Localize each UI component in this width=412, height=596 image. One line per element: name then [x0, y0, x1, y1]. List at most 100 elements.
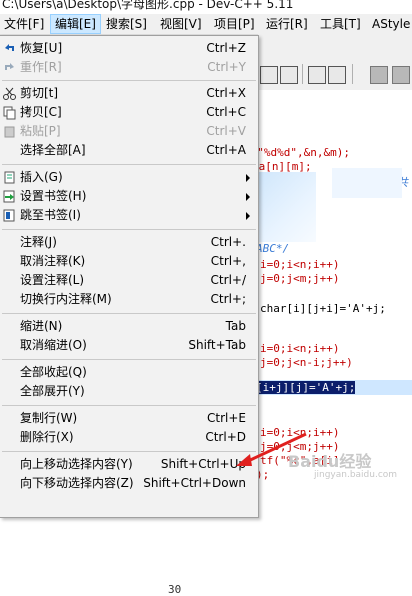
window-title: C:\Users\a\Desktop\字母图形.cpp - Dev-C++ 5.…: [2, 0, 294, 11]
menu-item-expand-all[interactable]: 全部展开(Y): [0, 382, 258, 401]
menu-item-label: 全部收起(Q): [20, 365, 87, 379]
menu-item-shortcut: Ctrl+E: [207, 411, 246, 425]
menu-item-shortcut: Ctrl+C: [206, 105, 246, 119]
menu-separator: [2, 405, 256, 406]
submenu-arrow-icon: [246, 212, 250, 220]
menu-search[interactable]: 搜索[S]: [102, 14, 151, 34]
menu-item-label: 向上移动选择内容(Y): [20, 457, 133, 471]
window-title-bar: C:\Users\a\Desktop\字母图形.cpp - Dev-C++ 5.…: [0, 0, 412, 14]
menu-item-duplicate-line[interactable]: 复制行(W) Ctrl+E: [0, 409, 258, 428]
menu-item-paste[interactable]: 粘贴[P] Ctrl+V: [0, 122, 258, 141]
menu-item-shortcut: Ctrl+.: [210, 235, 246, 249]
menu-item-shortcut: Tab: [225, 319, 246, 333]
menu-astyle[interactable]: AStyle: [368, 14, 412, 34]
menu-item-shortcut: Ctrl+Z: [206, 41, 246, 55]
menu-item-copy[interactable]: 拷贝[C] Ctrl+C: [0, 103, 258, 122]
copy-icon: [2, 105, 17, 120]
window-layout-icon[interactable]: [308, 66, 326, 84]
set-bookmark-icon: [2, 189, 17, 204]
menu-item-label: 恢复[U]: [20, 41, 63, 55]
menu-item-cut[interactable]: 剪切[t] Ctrl+X: [0, 84, 258, 103]
menu-item-shortcut: Ctrl+/: [210, 273, 246, 287]
insert-icon: [2, 170, 17, 185]
back-arrow-icon[interactable]: [370, 66, 388, 84]
menu-item-label: 设置书签(H): [20, 189, 87, 203]
code-line: i=0;i<n;i++): [260, 258, 340, 271]
code-line: ABC*/: [256, 242, 290, 255]
selected-code[interactable]: [i+j][j]='A'+j;: [256, 381, 356, 394]
code-line: f("%d%d",&n,&m);: [244, 146, 350, 159]
menu-item-label: 切换行内注释(M): [20, 292, 112, 306]
menu-item-label: 取消缩进(O): [20, 338, 87, 352]
menu-file[interactable]: 文件[F]: [0, 14, 48, 34]
menu-item-shortcut: Ctrl+;: [210, 292, 246, 306]
menu-item-label: 跳至书签(I): [20, 208, 81, 222]
menu-item-label: 拷贝[C]: [20, 105, 62, 119]
menu-item-label: 插入(G): [20, 170, 63, 184]
menu-item-redo[interactable]: 重作[R] Ctrl+Y: [0, 58, 258, 77]
menu-item-set-bookmark[interactable]: 设置书签(H): [0, 187, 258, 206]
red-arrow-annotation-icon: [236, 432, 307, 466]
menu-item-shortcut: Ctrl+Y: [207, 60, 246, 74]
menu-item-move-selection-up[interactable]: 向上移动选择内容(Y) Shift+Ctrl+Up: [0, 455, 258, 474]
code-line: j=0;j<m;j++): [260, 272, 340, 285]
print-preview-icon[interactable]: [280, 66, 298, 84]
toolbar-separator: [302, 64, 303, 84]
menu-separator: [2, 359, 256, 360]
menu-project[interactable]: 项目[P]: [210, 14, 259, 34]
menu-item-label: 缩进(N): [20, 319, 63, 333]
menu-tools[interactable]: 工具[T]: [316, 14, 365, 34]
menu-item-label: 全部展开(Y): [20, 384, 85, 398]
menu-item-label: 重作[R]: [20, 60, 62, 74]
blurred-region: [332, 168, 402, 198]
split-view-icon[interactable]: [328, 66, 346, 84]
menu-view[interactable]: 视图[V]: [156, 14, 206, 34]
submenu-arrow-icon: [246, 193, 250, 201]
menu-item-label: 向下移动选择内容(Z): [20, 476, 134, 490]
menu-edit[interactable]: 编辑[E]: [50, 14, 101, 34]
print-icon[interactable]: [260, 66, 278, 84]
menu-item-uncomment[interactable]: 取消注释(K) Ctrl+,: [0, 252, 258, 271]
watermark-url: jingyan.baidu.com: [314, 470, 398, 480]
blurred-region: [256, 172, 316, 242]
goto-bookmark-icon: [2, 208, 17, 223]
menu-item-delete-line[interactable]: 删除行(X) Ctrl+D: [0, 428, 258, 447]
menu-item-label: 选择全部[A]: [20, 143, 86, 157]
menu-separator: [2, 313, 256, 314]
menu-item-shortcut: Ctrl+A: [206, 143, 246, 157]
menu-item-shortcut: Ctrl+,: [210, 254, 246, 268]
menu-item-toggle-comment[interactable]: 设置注释(L) Ctrl+/: [0, 271, 258, 290]
menu-separator: [2, 451, 256, 452]
redo-icon: [2, 60, 17, 75]
menu-item-shortcut: Ctrl+V: [206, 124, 246, 138]
menu-item-label: 设置注释(L): [20, 273, 85, 287]
menu-run[interactable]: 运行[R]: [262, 14, 312, 34]
code-line: j=0;j<n-i;j++): [260, 356, 353, 369]
menu-item-insert[interactable]: 插入(G): [0, 168, 258, 187]
scissors-icon: [2, 86, 17, 101]
menu-item-undo[interactable]: 恢复[U] Ctrl+Z: [0, 39, 258, 58]
menu-item-label: 复制行(W): [20, 411, 78, 425]
menu-item-toggle-inline-comment[interactable]: 切换行内注释(M) Ctrl+;: [0, 290, 258, 309]
menu-item-shortcut: Ctrl+X: [206, 86, 246, 100]
menu-item-label: 删除行(X): [20, 430, 74, 444]
menu-item-shortcut: Shift+Tab: [188, 338, 246, 352]
menu-item-unindent[interactable]: 取消缩进(O) Shift+Tab: [0, 336, 258, 355]
menu-item-select-all[interactable]: 选择全部[A] Ctrl+A: [0, 141, 258, 160]
menu-item-label: 注释(J): [20, 235, 57, 249]
menu-item-goto-bookmark[interactable]: 跳至书签(I): [0, 206, 258, 225]
paste-icon: [2, 124, 17, 139]
menu-separator: [2, 80, 256, 81]
menu-item-collapse-all[interactable]: 全部收起(Q): [0, 363, 258, 382]
menu-item-move-selection-down[interactable]: 向下移动选择内容(Z) Shift+Ctrl+Down: [0, 474, 258, 493]
menu-item-comment[interactable]: 注释(J) Ctrl+.: [0, 233, 258, 252]
menu-separator: [2, 229, 256, 230]
toolbar-separator: [352, 64, 353, 84]
code-line: i=0;i<n;i++): [260, 342, 340, 355]
menu-separator: [2, 164, 256, 165]
menu-item-indent[interactable]: 缩进(N) Tab: [0, 317, 258, 336]
menu-item-shortcut: Shift+Ctrl+Down: [143, 476, 246, 490]
forward-arrow-icon[interactable]: [392, 66, 410, 84]
line-number: 30: [168, 583, 182, 596]
menu-item-label: 粘贴[P]: [20, 124, 61, 138]
